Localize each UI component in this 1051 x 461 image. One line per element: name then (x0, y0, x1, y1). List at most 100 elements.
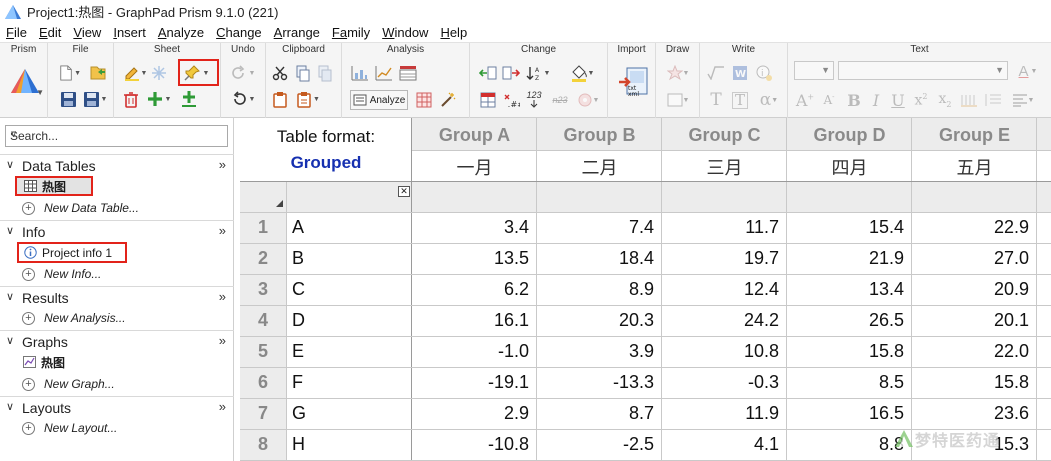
column-group-title[interactable]: Group B (537, 125, 662, 146)
table-cell[interactable]: 26.5 (787, 310, 904, 331)
table-cell[interactable]: 15.4 (787, 217, 904, 238)
sidebar-item-graph[interactable]: 热图 (22, 352, 65, 372)
expand-more-icon[interactable]: » (219, 399, 226, 414)
table-cell[interactable]: -10.8 (412, 434, 529, 455)
analysis-table-button[interactable] (398, 63, 418, 83)
row-title-cell[interactable]: B (292, 248, 304, 269)
analyze-button[interactable]: Analyze (350, 90, 408, 110)
decimal-format-button[interactable]: 123 (524, 87, 544, 111)
superscript-button[interactable]: x2 (910, 90, 932, 110)
paste-button[interactable] (271, 89, 289, 109)
new-info-link[interactable]: + New Info... (22, 264, 101, 284)
close-icon[interactable]: ✕ (398, 186, 410, 197)
collapse-chevron-icon[interactable]: ∨ (6, 400, 14, 413)
table-cell[interactable]: 22.0 (912, 341, 1029, 362)
row-title-cell[interactable]: F (292, 372, 303, 393)
paste-special-button[interactable]: ▼ (294, 89, 322, 109)
row-title-cell[interactable]: D (292, 310, 305, 331)
column-group-title[interactable]: Group D (787, 125, 912, 146)
collapse-chevron-icon[interactable]: ∨ (6, 334, 14, 347)
word-button[interactable]: W (730, 63, 750, 83)
draw-shape-button[interactable]: ▼ (662, 63, 694, 83)
info-note-button[interactable]: i (754, 63, 774, 83)
results-grid-button[interactable] (414, 90, 434, 110)
new-sheet-linked-button[interactable] (178, 89, 200, 109)
fill-color-button[interactable]: ▼ (566, 63, 598, 83)
cut-button[interactable] (271, 63, 289, 83)
analysis-chart-button[interactable] (350, 63, 370, 83)
analysis-xy-button[interactable] (374, 63, 394, 83)
menu-item[interactable]: Window (376, 25, 434, 40)
column-subtitle[interactable]: 一月 (412, 154, 537, 180)
greek-symbol-button[interactable]: α ▼ (754, 90, 784, 110)
format-n23-button[interactable]: n23 (548, 90, 572, 110)
table-cell[interactable]: -13.3 (537, 372, 654, 393)
menu-item[interactable]: Arrange (268, 25, 326, 40)
text-button[interactable]: T (706, 90, 726, 110)
freeze-button[interactable] (150, 63, 168, 83)
table-cell[interactable]: 20.1 (912, 310, 1029, 331)
prism-menu-button[interactable]: ▼ (9, 65, 44, 97)
table-cell[interactable]: 11.7 (662, 217, 779, 238)
table-cell[interactable]: 10.8 (662, 341, 779, 362)
table-cell[interactable]: 8.7 (537, 403, 654, 424)
save-button[interactable] (59, 89, 77, 109)
section-info[interactable]: ∨ Info » (0, 220, 234, 242)
table-format-value[interactable]: Grouped (240, 153, 412, 173)
menu-item[interactable]: Analyze (152, 25, 210, 40)
redo-button[interactable]: ▼ (227, 63, 259, 83)
font-color-button[interactable]: A ▼ (1012, 61, 1044, 81)
row-number[interactable]: 1 (240, 217, 286, 238)
table-cell[interactable]: 24.2 (662, 310, 779, 331)
table-cell[interactable]: 2.9 (412, 403, 529, 424)
align-button[interactable]: ▼ (1008, 90, 1038, 110)
table-cell[interactable]: 21.9 (787, 248, 904, 269)
insert-row-button[interactable] (501, 63, 521, 83)
table-cell[interactable]: 13.5 (412, 248, 529, 269)
table-cell[interactable]: 11.9 (662, 403, 779, 424)
new-layout-link[interactable]: + New Layout... (22, 418, 117, 438)
menu-item[interactable]: Change (210, 25, 268, 40)
table-cell[interactable]: 3.4 (412, 217, 529, 238)
new-graph-link[interactable]: + New Graph... (22, 374, 115, 394)
row-number[interactable]: 6 (240, 372, 286, 393)
table-cell[interactable]: -2.5 (537, 434, 654, 455)
table-cell[interactable]: 3.9 (537, 341, 654, 362)
font-family-select[interactable]: ▼ (838, 61, 1008, 80)
expand-more-icon[interactable]: » (219, 289, 226, 304)
column-group-title[interactable]: Group E (912, 125, 1037, 146)
expand-more-icon[interactable]: » (219, 157, 226, 172)
table-cell[interactable]: 16.1 (412, 310, 529, 331)
chevron-down-icon[interactable]: ∨ (10, 129, 223, 140)
row-number[interactable]: 3 (240, 279, 286, 300)
sidebar-item-data-table[interactable]: 热图 (15, 176, 93, 196)
row-number[interactable]: 7 (240, 403, 286, 424)
sidebar-item-project-info[interactable]: Project info 1 (17, 242, 127, 263)
section-data-tables[interactable]: ∨ Data Tables » (0, 154, 234, 176)
row-number[interactable]: 2 (240, 248, 286, 269)
section-graphs[interactable]: ∨ Graphs » (0, 330, 234, 352)
table-cell[interactable]: 18.4 (537, 248, 654, 269)
table-format-button[interactable] (478, 90, 498, 110)
row-number[interactable]: 8 (240, 434, 286, 455)
table-cell[interactable]: 20.3 (537, 310, 654, 331)
collapse-chevron-icon[interactable]: ∨ (6, 158, 14, 171)
search-input[interactable]: Search... ∨ (5, 125, 228, 147)
copy-button[interactable] (294, 63, 312, 83)
italic-button[interactable]: I (866, 90, 886, 110)
menu-item[interactable]: File (0, 25, 33, 40)
table-cell[interactable]: 22.9 (912, 217, 1029, 238)
table-cell[interactable]: 15.8 (912, 372, 1029, 393)
font-size-select[interactable]: ▼ (794, 61, 834, 80)
collapse-chevron-icon[interactable]: ∨ (6, 290, 14, 303)
line-spacing-button[interactable] (982, 90, 1004, 110)
save-as-button[interactable]: ▼ (82, 89, 108, 109)
table-cell[interactable]: 19.7 (662, 248, 779, 269)
menu-item[interactable]: View (67, 25, 107, 40)
table-cell[interactable]: 8.5 (787, 372, 904, 393)
number-format-button[interactable]: .## (501, 90, 521, 110)
new-file-button[interactable]: ▼ (59, 63, 81, 83)
spacing-button[interactable] (958, 90, 980, 110)
bold-button[interactable]: B (844, 90, 864, 110)
table-cell[interactable]: 16.5 (787, 403, 904, 424)
